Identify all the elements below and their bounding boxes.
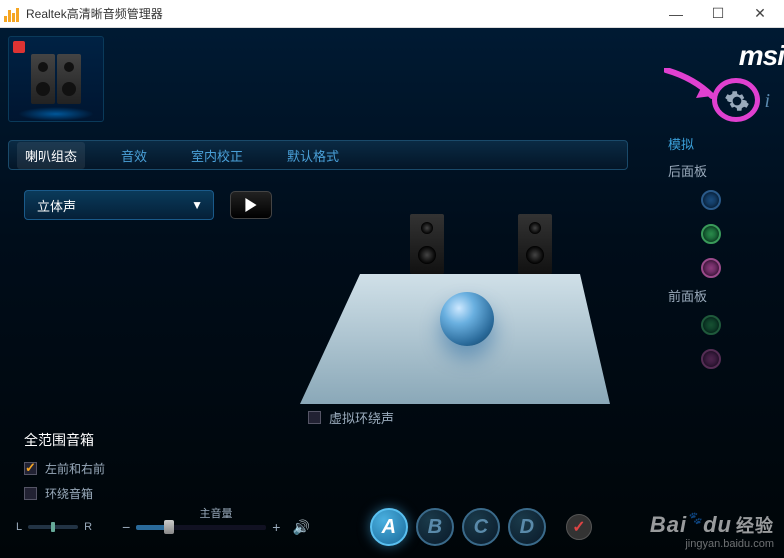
speaker-stage: [300, 214, 610, 404]
jack-front-pink[interactable]: [701, 349, 721, 369]
listener-orb[interactable]: [440, 292, 494, 346]
volume-plus[interactable]: +: [272, 519, 280, 535]
preset-d-button[interactable]: D: [508, 508, 546, 546]
tab-effects[interactable]: 音效: [113, 142, 155, 169]
tab-room-correction[interactable]: 室内校正: [183, 142, 251, 169]
info-icon[interactable]: i: [764, 90, 770, 113]
volume-slider[interactable]: [136, 525, 266, 530]
maximize-button[interactable]: ☐: [698, 2, 738, 26]
window-title: Realtek高清晰音频管理器: [26, 5, 656, 22]
balance-right-label: R: [84, 521, 92, 533]
full-range-title: 全范围音箱: [24, 430, 648, 450]
preset-b-button[interactable]: B: [416, 508, 454, 546]
msi-logo: msi: [739, 40, 784, 72]
bottom-bar: L R 主音量 − + 🔊 A B C D: [16, 508, 648, 546]
tab-default-format[interactable]: 默认格式: [279, 142, 347, 169]
stage-speaker-left[interactable]: [410, 214, 444, 274]
jack-rear-blue[interactable]: [701, 190, 721, 210]
stage-speaker-right[interactable]: [518, 214, 552, 274]
sound-icon[interactable]: 🔊: [292, 519, 309, 536]
jack-rear-pink[interactable]: [701, 258, 721, 278]
confirm-button[interactable]: [566, 514, 592, 540]
speaker-icon: [57, 54, 81, 104]
rear-jacks: [668, 190, 774, 278]
jack-front-green[interactable]: [701, 315, 721, 335]
speaker-icon: [31, 54, 55, 104]
surround-label: 环绕音箱: [45, 485, 93, 502]
chevron-down-icon: ▼: [191, 198, 203, 212]
close-button[interactable]: ✕: [740, 2, 780, 26]
surround-checkbox[interactable]: [24, 487, 37, 500]
balance-left-label: L: [16, 521, 22, 533]
front-jacks: [668, 315, 774, 369]
preset-c-button[interactable]: C: [462, 508, 500, 546]
front-pair-label: 左前和右前: [45, 460, 105, 477]
balance-control: L R: [16, 521, 92, 533]
speaker-config-dropdown[interactable]: 立体声 ▼: [24, 190, 214, 220]
tab-bar: 喇叭组态 音效 室内校正 默认格式: [8, 140, 628, 170]
jack-rear-green[interactable]: [701, 224, 721, 244]
tab-speaker-config[interactable]: 喇叭组态: [17, 142, 85, 169]
rear-panel-label: 后面板: [668, 161, 774, 180]
app-icon: [4, 6, 20, 22]
volume-minus[interactable]: −: [122, 519, 130, 535]
minimize-button[interactable]: —: [656, 2, 696, 26]
side-panel: msi i 模拟 后面板 前面板: [664, 28, 784, 558]
virtual-surround-checkbox[interactable]: [308, 411, 321, 424]
volume-label: 主音量: [199, 505, 232, 521]
preset-buttons: A B C D: [370, 508, 546, 546]
preset-a-button[interactable]: A: [370, 508, 408, 546]
annotation-arrow: [664, 68, 724, 108]
app-body: 喇叭组态 音效 室内校正 默认格式 立体声 ▼ 全范围音箱 左前和右前: [0, 28, 784, 558]
play-button[interactable]: [230, 191, 272, 219]
device-thumbnail[interactable]: [8, 36, 104, 122]
dropdown-value: 立体声: [37, 196, 76, 215]
virtual-surround-label: 虚拟环绕声: [329, 408, 394, 427]
title-bar: Realtek高清晰音频管理器 — ☐ ✕: [0, 0, 784, 28]
master-volume: 主音量 − + 🔊: [122, 519, 310, 536]
settings-gear-icon[interactable]: [724, 88, 750, 114]
mode-label: 模拟: [668, 134, 774, 153]
front-pair-checkbox[interactable]: [24, 462, 37, 475]
balance-slider[interactable]: [28, 525, 78, 529]
main-area: 喇叭组态 音效 室内校正 默认格式 立体声 ▼ 全范围音箱 左前和右前: [0, 28, 664, 558]
front-panel-label: 前面板: [668, 286, 774, 305]
